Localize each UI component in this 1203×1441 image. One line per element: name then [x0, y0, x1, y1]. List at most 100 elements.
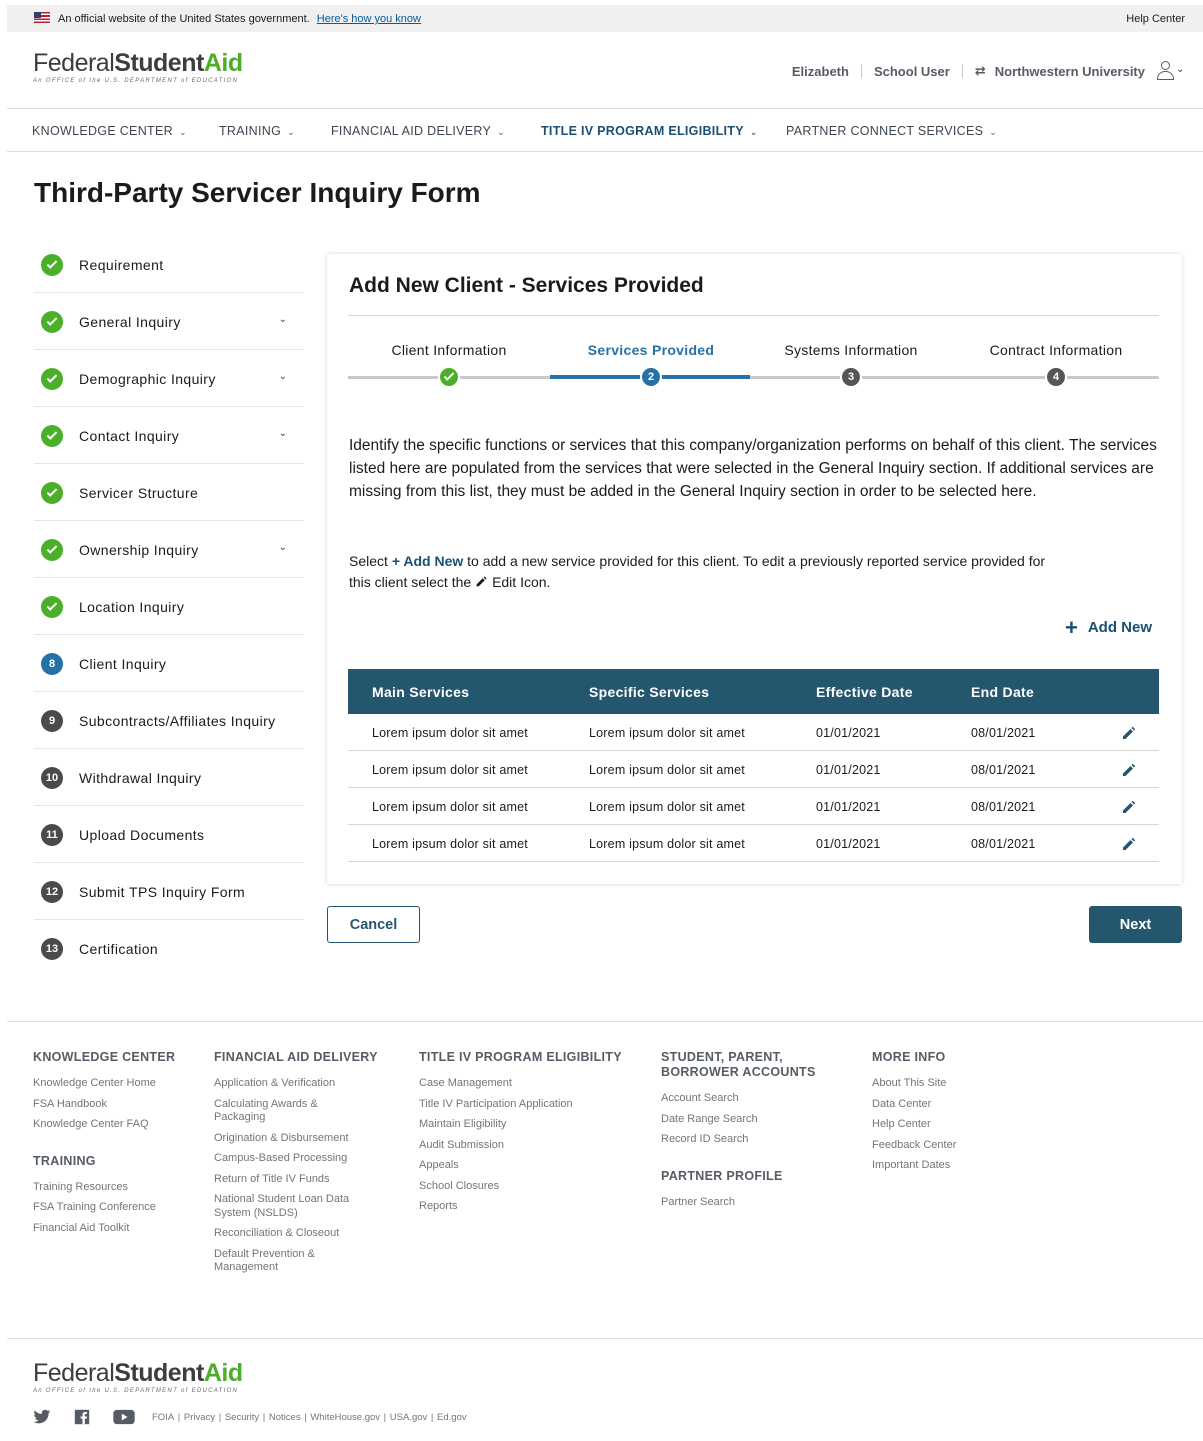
footer-fsa-logo[interactable]: FederalStudentAid An OFFICE of the U.S. … — [33, 1361, 243, 1395]
heres-how-you-know-link[interactable]: Here's how you know — [317, 13, 421, 25]
add-new-button[interactable]: + Add New — [1065, 616, 1152, 638]
edit-pencil-icon[interactable] — [1121, 725, 1137, 741]
check-circle-icon — [41, 311, 63, 333]
help-center-link[interactable]: Help Center — [1126, 13, 1185, 25]
footer-link[interactable]: Training Resources — [33, 1181, 183, 1195]
sidebar-step-servicer-structure[interactable]: Servicer Structure — [34, 464, 304, 521]
footer-link-usagov[interactable]: USA.gov — [390, 1412, 428, 1423]
fsa-logo[interactable]: FederalStudentAid An OFFICE of the U.S. … — [33, 51, 243, 85]
footer-link[interactable]: Partner Search — [661, 1196, 811, 1210]
footer-col-financial-aid-delivery: FINANCIAL AID DELIVERY Application & Ver… — [214, 1050, 378, 1282]
footer-link[interactable]: Origination & Disbursement — [214, 1132, 364, 1146]
sidebar-step-contact-inquiry[interactable]: Contact Inquiry ⌄ — [34, 407, 304, 464]
twitter-icon[interactable] — [33, 1409, 51, 1425]
footer-link[interactable]: About This Site — [872, 1077, 1022, 1091]
check-circle-icon — [438, 366, 460, 388]
footer-link[interactable]: Financial Aid Toolkit — [33, 1222, 183, 1236]
substep-client-information[interactable]: Client Information — [348, 342, 550, 388]
step-label: Requirement — [79, 257, 164, 273]
footer-link-edgov[interactable]: Ed.gov — [437, 1412, 467, 1423]
sidebar-step-withdrawal-inquiry[interactable]: 10 Withdrawal Inquiry — [34, 749, 304, 806]
footer-link[interactable]: Appeals — [419, 1159, 569, 1173]
edit-pencil-icon[interactable] — [1121, 836, 1137, 852]
footer-link[interactable]: Feedback Center — [872, 1139, 1022, 1153]
nav-financial-aid-delivery[interactable]: FINANCIAL AID DELIVERY ⌄ — [331, 124, 505, 138]
pencil-icon — [476, 576, 487, 587]
table-header: Main Services Specific Services Effectiv… — [348, 669, 1159, 714]
footer-link[interactable]: Knowledge Center FAQ — [33, 1118, 183, 1132]
nav-knowledge-center[interactable]: KNOWLEDGE CENTER ⌄ — [32, 124, 187, 138]
sidebar-step-certification[interactable]: 13 Certification — [34, 920, 304, 977]
sidebar-step-upload-documents[interactable]: 11 Upload Documents — [34, 806, 304, 863]
chevron-down-icon[interactable]: ⌄ — [279, 428, 287, 439]
footer-link-security[interactable]: Security — [225, 1412, 259, 1423]
footer-link[interactable]: Calculating Awards & Packaging — [214, 1098, 364, 1125]
footer-link[interactable]: Default Prevention & Management — [214, 1248, 364, 1275]
footer-link[interactable]: School Closures — [419, 1180, 569, 1194]
edit-pencil-icon[interactable] — [1121, 762, 1137, 778]
sidebar-step-location-inquiry[interactable]: Location Inquiry — [34, 578, 304, 635]
user-menu-button[interactable]: ⌄ — [1157, 61, 1185, 81]
footer-link[interactable]: Data Center — [872, 1098, 1022, 1112]
cell-specific-service: Lorem ipsum dolor sit amet — [589, 800, 745, 814]
footer-link[interactable]: National Student Loan Data System (NSLDS… — [214, 1193, 364, 1220]
chevron-down-icon[interactable]: ⌄ — [279, 371, 287, 382]
user-name[interactable]: Elizabeth — [792, 64, 849, 79]
sidebar-step-submit-tps-form[interactable]: 12 Submit TPS Inquiry Form — [34, 863, 304, 920]
nav-label: TITLE IV PROGRAM ELIGIBILITY — [541, 124, 744, 138]
footer-link[interactable]: Maintain Eligibility — [419, 1118, 569, 1132]
footer-link[interactable]: Account Search — [661, 1092, 811, 1106]
footer-link-notices[interactable]: Notices — [269, 1412, 301, 1423]
footer-link[interactable]: Reports — [419, 1200, 569, 1214]
divider — [961, 64, 963, 78]
footer-heading: TITLE IV PROGRAM ELIGIBILITY — [419, 1050, 622, 1064]
nav-title-iv-program-eligibility[interactable]: TITLE IV PROGRAM ELIGIBILITY ⌄ — [541, 124, 758, 138]
footer-link[interactable]: Campus-Based Processing — [214, 1152, 364, 1166]
footer-link[interactable]: Application & Verification — [214, 1077, 364, 1091]
sidebar-step-subcontracts-affiliates[interactable]: 9 Subcontracts/Affiliates Inquiry — [34, 692, 304, 749]
footer-link-whitehouse[interactable]: WhiteHouse.gov — [310, 1412, 380, 1423]
chevron-down-icon[interactable]: ⌄ — [279, 542, 287, 553]
card-title: Add New Client - Services Provided — [349, 274, 704, 297]
main-navigation: KNOWLEDGE CENTER ⌄ TRAINING ⌄ FINANCIAL AI… — [7, 109, 1203, 152]
footer-link-foia[interactable]: FOIA — [152, 1412, 174, 1423]
edit-pencil-icon[interactable] — [1121, 799, 1137, 815]
footer-link[interactable]: FSA Training Conference — [33, 1201, 183, 1215]
chevron-down-icon[interactable]: ⌄ — [279, 314, 287, 325]
substep-services-provided[interactable]: Services Provided 2 — [550, 342, 752, 388]
substep-contract-information[interactable]: Contract Information 4 — [955, 342, 1157, 388]
sidebar-step-demographic-inquiry[interactable]: Demographic Inquiry ⌄ — [34, 350, 304, 407]
footer-bottom: FederalStudentAid An OFFICE of the U.S. … — [7, 1338, 1203, 1441]
footer-link[interactable]: Record ID Search — [661, 1133, 811, 1147]
footer-link[interactable]: FSA Handbook — [33, 1098, 183, 1112]
next-button[interactable]: Next — [1089, 906, 1182, 943]
footer-link[interactable]: Title IV Participation Application — [419, 1098, 619, 1112]
user-organization[interactable]: Northwestern University — [995, 64, 1145, 79]
chevron-down-icon: ⌄ — [1176, 64, 1185, 75]
footer-link-privacy[interactable]: Privacy — [184, 1412, 215, 1423]
sidebar-step-client-inquiry[interactable]: 8 Client Inquiry — [34, 635, 304, 692]
sidebar-step-ownership-inquiry[interactable]: Ownership Inquiry ⌄ — [34, 521, 304, 578]
sidebar-step-general-inquiry[interactable]: General Inquiry ⌄ — [34, 293, 304, 350]
footer-link[interactable]: Return of Title IV Funds — [214, 1173, 364, 1187]
nav-partner-connect-services[interactable]: PARTNER CONNECT SERVICES ⌄ — [786, 124, 997, 138]
substep-systems-information[interactable]: Systems Information 3 — [750, 342, 952, 388]
step-label: Location Inquiry — [79, 599, 185, 615]
footer-link[interactable]: Important Dates — [872, 1159, 1022, 1173]
legal-links: FOIA | Privacy | Security | Notices | Wh… — [152, 1412, 467, 1423]
site-footer: KNOWLEDGE CENTER Knowledge Center Home F… — [7, 1021, 1203, 1441]
footer-link[interactable]: Case Management — [419, 1077, 569, 1091]
user-role[interactable]: School User — [874, 64, 950, 79]
footer-link[interactable]: Reconciliation & Closeout — [214, 1227, 364, 1241]
footer-link[interactable]: Help Center — [872, 1118, 1022, 1132]
footer-link[interactable]: Knowledge Center Home — [33, 1077, 183, 1091]
facebook-icon[interactable] — [73, 1409, 91, 1425]
sidebar-step-requirement[interactable]: Requirement — [34, 236, 304, 293]
instruction-add-new: + Add New — [391, 553, 464, 569]
footer-link[interactable]: Date Range Search — [661, 1113, 811, 1127]
footer-link[interactable]: Audit Submission — [419, 1139, 569, 1153]
step-number-badge: 11 — [41, 824, 63, 846]
youtube-icon[interactable] — [113, 1409, 135, 1425]
cancel-button[interactable]: Cancel — [327, 906, 420, 943]
nav-training[interactable]: TRAINING ⌄ — [219, 124, 295, 138]
